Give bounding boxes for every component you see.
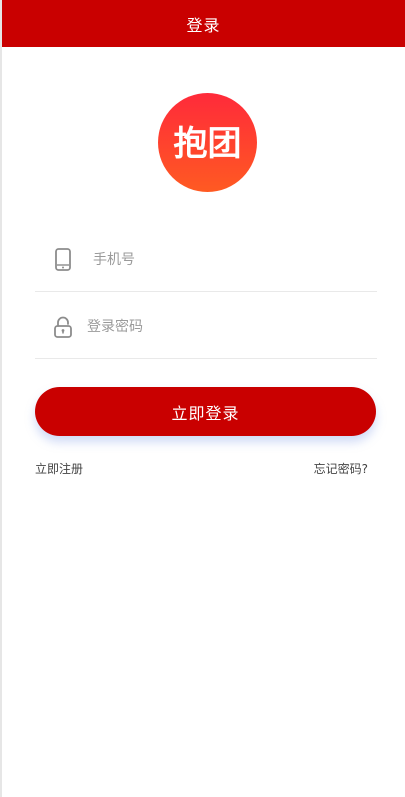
phone-field	[35, 226, 377, 292]
login-button[interactable]: 立即登录	[35, 387, 376, 436]
app-logo: 抱团	[158, 93, 257, 192]
logo-text: 抱团	[174, 124, 242, 164]
lock-icon	[54, 316, 72, 338]
login-page: 登录 抱团 立即登录 立即注册 忘记密码?	[0, 0, 405, 797]
phone-input[interactable]	[93, 246, 333, 274]
mobile-phone-icon	[55, 248, 71, 271]
register-link[interactable]: 立即注册	[35, 460, 83, 477]
top-bar: 登录	[2, 0, 405, 47]
password-field	[35, 293, 377, 359]
password-input[interactable]	[87, 313, 327, 341]
page-title: 登录	[186, 15, 221, 35]
forgot-password-link[interactable]: 忘记密码?	[314, 460, 368, 477]
